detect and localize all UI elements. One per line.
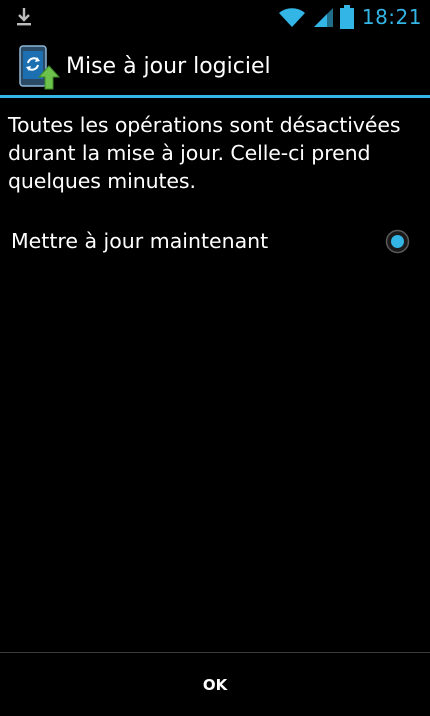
update-now-option[interactable]: Mettre à jour maintenant (0, 218, 430, 266)
signal-icon (312, 6, 334, 28)
system-update-icon (16, 44, 61, 90)
download-icon (14, 6, 34, 28)
dialog-title: Mise à jour logiciel (66, 54, 271, 79)
status-time: 18:21 (361, 5, 422, 29)
dialog-message: Toutes les opérations sont désactivées d… (8, 113, 401, 193)
battery-icon (339, 5, 354, 29)
ok-button[interactable]: OK (0, 653, 430, 716)
wifi-icon (278, 6, 306, 28)
status-icons: 18:21 (278, 4, 422, 30)
title-divider (0, 95, 430, 98)
dialog-title-bar: Mise à jour logiciel (0, 34, 430, 96)
status-bar: 18:21 (0, 0, 430, 34)
radio-button-selected[interactable] (385, 229, 410, 254)
screen: 18:21 Mise à jour logiciel Toutes les op… (0, 0, 430, 716)
option-label: Mettre à jour maintenant (11, 229, 269, 253)
